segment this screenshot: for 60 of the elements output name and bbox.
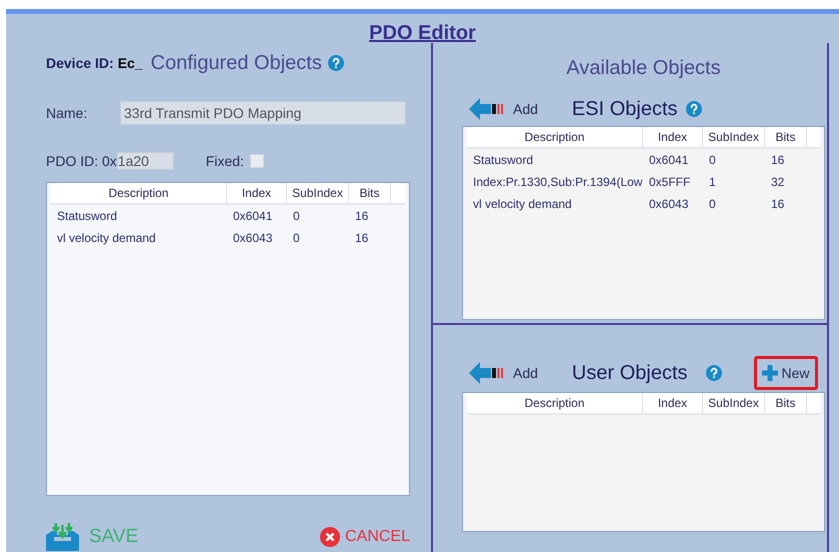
table-cell-text: 1 — [708, 174, 717, 191]
table-cell-text: 0x6043 — [232, 230, 274, 247]
table-row[interactable]: vl velocity demand 0x6043 0 16 — [51, 227, 405, 249]
table-row[interactable]: Index:Pr.1330,Sub:Pr.1394(Low 0x5FFF 1 32 — [467, 171, 820, 193]
column-header[interactable]: Bits — [349, 183, 391, 203]
table-cell-text: 16 — [354, 230, 370, 247]
column-header[interactable]: Index — [643, 393, 703, 413]
device-id-label: Device ID: — [46, 54, 114, 72]
column-header[interactable]: Description — [51, 183, 227, 203]
column-header[interactable]: Description — [467, 127, 643, 147]
table-cell-text: Statusword — [472, 152, 534, 169]
help-icon[interactable] — [328, 55, 344, 71]
page-title: PDO Editor — [369, 23, 476, 43]
table-cell-text: Index:Pr.1330,Sub:Pr.1394(Low — [472, 174, 643, 191]
column-header[interactable]: Index — [643, 127, 703, 147]
table-row[interactable]: Statusword 0x6041 0 16 — [51, 205, 405, 227]
close-icon — [320, 527, 340, 547]
section-heading: ESI Objects — [572, 97, 678, 122]
name-field[interactable]: 33rd Transmit PDO Mapping — [120, 101, 406, 125]
arrow-left-icon — [469, 362, 505, 384]
fixed-label: Fixed: — [206, 152, 244, 170]
table-cell-text: 0 — [292, 208, 301, 225]
pdo-id-label: PDO ID: 0x — [46, 152, 117, 170]
table-cell-text: 0 — [708, 152, 717, 169]
pdo-id-field[interactable]: 1a20 — [116, 152, 174, 170]
help-icon[interactable] — [706, 365, 722, 381]
table-cell-text: 16 — [770, 152, 786, 169]
column-header[interactable]: SubIndex — [703, 127, 765, 147]
add-button[interactable]: Add — [469, 98, 538, 120]
table-cell-text: 16 — [770, 196, 786, 213]
table-cell-text: 0 — [708, 196, 717, 213]
table-cell-text: 0x6041 — [648, 152, 690, 169]
column-header[interactable]: Bits — [765, 393, 807, 413]
plus-icon — [762, 365, 778, 381]
column-header[interactable]: Description — [467, 393, 643, 413]
add-button[interactable]: Add — [469, 362, 538, 384]
table-cell-text: vl velocity demand — [56, 230, 157, 247]
table-row[interactable]: Statusword 0x6041 0 16 — [467, 149, 820, 171]
column-header[interactable]: Bits — [765, 127, 807, 147]
help-icon[interactable] — [686, 101, 702, 117]
arrow-left-icon — [469, 98, 505, 120]
table-cell-text: 0x6041 — [232, 208, 274, 225]
table-cell-text: vl velocity demand — [472, 196, 573, 213]
section-heading: Configured Objects — [150, 51, 322, 76]
table-cell-text: 0x6043 — [648, 196, 690, 213]
fixed-checkbox[interactable] — [250, 154, 264, 168]
column-header[interactable]: Index — [227, 183, 287, 203]
table-cell-text: 0 — [292, 230, 301, 247]
column-header[interactable]: SubIndex — [703, 393, 765, 413]
table-row[interactable]: vl velocity demand 0x6043 0 16 — [467, 193, 820, 215]
name-label: Name: — [46, 104, 88, 122]
column-header[interactable]: SubIndex — [287, 183, 349, 203]
section-heading: User Objects — [572, 361, 688, 386]
table-cell-text: 0x5FFF — [648, 174, 692, 191]
section-heading: Available Objects — [566, 56, 721, 81]
table-cell-text: Statusword — [56, 208, 118, 225]
table-cell-text: 32 — [770, 174, 786, 191]
new-button[interactable]: New — [754, 356, 818, 390]
table-cell-text: 16 — [354, 208, 370, 225]
device-id-value: Ec_ — [118, 54, 143, 72]
